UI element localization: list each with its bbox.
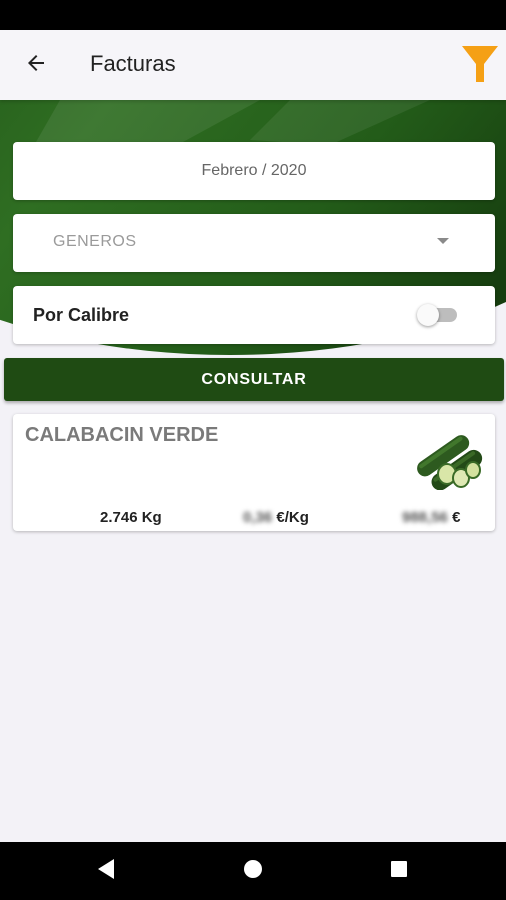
calibre-row: Por Calibre — [13, 286, 495, 344]
quantity-value: 2.746 Kg — [100, 509, 162, 526]
app-bar: Facturas — [0, 30, 506, 100]
unit-price: 0,36 €/Kg — [243, 509, 309, 526]
calibre-toggle[interactable] — [417, 304, 461, 326]
unit-price-unit: €/Kg — [276, 509, 309, 526]
consult-button[interactable]: CONSULTAR — [4, 358, 504, 401]
filter-button[interactable] — [460, 44, 504, 88]
total-price: 988,56 € — [402, 509, 460, 526]
consult-label: CONSULTAR — [201, 370, 307, 388]
total-price-unit: € — [452, 509, 461, 526]
date-value: Febrero / 2020 — [201, 162, 307, 179]
date-selector[interactable]: Febrero / 2020 — [13, 142, 495, 200]
unit-price-value: 0,36 — [243, 509, 273, 526]
system-nav-bar — [0, 842, 506, 900]
circle-home-icon — [243, 859, 263, 884]
nav-recents-button[interactable] — [379, 851, 419, 891]
status-bar — [0, 0, 506, 30]
triangle-back-icon — [96, 858, 116, 885]
zucchini-image — [413, 430, 489, 491]
total-price-value: 988,56 — [402, 509, 448, 526]
caret-down-icon — [437, 238, 449, 244]
product-name: CALABACIN VERDE — [25, 424, 219, 446]
result-card[interactable]: CALABACIN VERDE 2.746 Kg 0,36 €/Kg 988,5… — [13, 414, 495, 531]
toggle-thumb — [417, 304, 439, 326]
nav-home-button[interactable] — [233, 851, 273, 891]
nav-back-button[interactable] — [86, 851, 126, 891]
arrow-left-icon — [24, 51, 48, 80]
back-button[interactable] — [14, 43, 58, 87]
funnel-filter-icon — [460, 46, 500, 90]
page-title: Facturas — [90, 51, 176, 76]
genre-placeholder: GENEROS — [53, 233, 137, 250]
calibre-label: Por Calibre — [33, 305, 130, 325]
genre-dropdown[interactable]: GENEROS — [13, 214, 495, 272]
square-recents-icon — [390, 860, 408, 883]
